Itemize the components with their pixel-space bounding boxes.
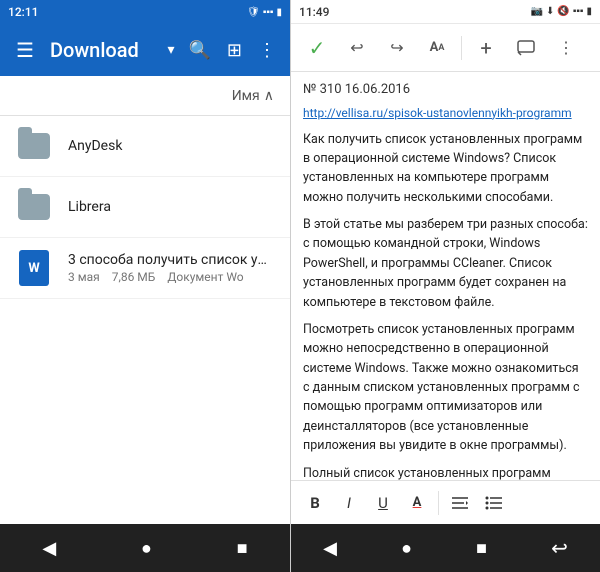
doc-number: № 310 16.06.2016 (303, 80, 588, 100)
battery-icon: ▮ (276, 7, 282, 18)
bold-button[interactable]: B (299, 487, 331, 519)
list-button[interactable] (478, 487, 510, 519)
right-back-button[interactable]: ◀ (307, 528, 353, 569)
undo-button[interactable]: ↩ (339, 30, 375, 66)
format-bar: B I U A (291, 480, 600, 524)
doc-more-button[interactable]: ⋮ (548, 30, 584, 66)
left-status-icons: 🛡 ▪▪▪ ▮ (247, 7, 282, 18)
toolbar-actions: 🔍 ⊞ ⋮ (182, 34, 282, 67)
more-icon[interactable]: ⋮ (252, 34, 282, 67)
text-size-button[interactable]: AA (419, 30, 455, 66)
file-name: AnyDesk (68, 138, 274, 154)
confirm-button[interactable]: ✓ (299, 30, 335, 66)
doc-paragraph-4: Полный список установленных программ мож… (303, 464, 588, 481)
sort-bar: Имя ∧ (0, 76, 290, 116)
grid-icon[interactable]: ⊞ (221, 34, 248, 67)
right-nav-bar: ◀ ● ■ ↩ (291, 524, 600, 572)
file-info: 3 способа получить список устано... 3 ма… (68, 252, 274, 284)
folder-title: Download (50, 38, 160, 62)
left-time: 12:11 (8, 5, 38, 19)
search-icon[interactable]: 🔍 (182, 34, 216, 67)
menu-icon[interactable]: ☰ (8, 30, 42, 70)
battery-right-icon: ▮ (586, 6, 592, 17)
download-indicator-icon: ⬇ (546, 6, 554, 17)
back-button[interactable]: ◀ (22, 528, 76, 569)
dropdown-icon[interactable]: ▾ (167, 42, 174, 58)
italic-button[interactable]: I (333, 487, 365, 519)
folder-icon (16, 189, 52, 225)
home-button[interactable]: ● (121, 528, 172, 569)
file-name: Librera (68, 199, 274, 215)
format-separator (438, 491, 439, 515)
doc-content: № 310 16.06.2016 http://vellisa.ru/spiso… (291, 72, 600, 480)
doc-paragraph-3: Посмотреть список установленных программ… (303, 320, 588, 456)
right-status-bar: 11:49 📷 ⬇ 🔇 ▪▪▪ ▮ (291, 0, 600, 24)
right-recents-button[interactable]: ■ (460, 528, 503, 569)
doc-paragraph-2: В этой статье мы разберем три разных спо… (303, 215, 588, 312)
left-nav-bar: ◀ ● ■ (0, 524, 290, 572)
left-toolbar: ☰ Download ▾ 🔍 ⊞ ⋮ (0, 24, 290, 76)
redo-button[interactable]: ↪ (379, 30, 415, 66)
file-info: Librera (68, 199, 274, 215)
file-size: 7,86 МБ (112, 270, 156, 284)
file-date: 3 мая (68, 270, 100, 284)
wifi-icon: ▪▪▪ (573, 6, 584, 17)
left-status-bar: 12:11 🛡 ▪▪▪ ▮ (0, 0, 290, 24)
folder-icon (16, 128, 52, 164)
sort-direction-icon[interactable]: ∧ (264, 88, 274, 104)
list-item[interactable]: Librera (0, 177, 290, 238)
right-panel: 11:49 📷 ⬇ 🔇 ▪▪▪ ▮ ✓ ↩ ↪ AA + ⋮ № 310 16.… (291, 0, 600, 572)
align-button[interactable] (444, 487, 476, 519)
list-item[interactable]: W 3 способа получить список устано... 3 … (0, 238, 290, 299)
shield-icon: 🛡 (247, 7, 260, 18)
doc-paragraph-1: Как получить список установленных програ… (303, 130, 588, 208)
file-info: AnyDesk (68, 138, 274, 154)
mute-icon: 🔇 (557, 6, 569, 17)
list-item[interactable]: AnyDesk (0, 116, 290, 177)
file-list: AnyDesk Librera W 3 способа получить спи… (0, 116, 290, 524)
word-doc-icon: W (16, 250, 52, 286)
right-reply-button[interactable]: ↩ (535, 526, 584, 570)
sort-label: Имя (232, 88, 260, 104)
signal-icon: ▪▪▪ (263, 7, 274, 18)
right-toolbar: ✓ ↩ ↪ AA + ⋮ (291, 24, 600, 72)
right-home-button[interactable]: ● (385, 528, 428, 569)
file-meta: 3 мая 7,86 МБ Документ Wo (68, 270, 274, 284)
camera-icon: 📷 (531, 6, 543, 17)
right-time: 11:49 (299, 5, 329, 19)
font-color-button[interactable]: A (401, 487, 433, 519)
doc-link[interactable]: http://vellisa.ru/spisok-ustanovlennyikh… (303, 104, 588, 122)
insert-button[interactable]: + (468, 30, 504, 66)
underline-button[interactable]: U (367, 487, 399, 519)
recents-button[interactable]: ■ (217, 528, 268, 569)
file-type: Документ Wo (167, 270, 243, 284)
left-panel: 12:11 🛡 ▪▪▪ ▮ ☰ Download ▾ 🔍 ⊞ ⋮ Имя ∧ A… (0, 0, 290, 572)
file-name: 3 способа получить список устано... (68, 252, 274, 268)
toolbar-separator (461, 36, 462, 60)
comment-button[interactable] (508, 30, 544, 66)
right-status-icons: 📷 ⬇ 🔇 ▪▪▪ ▮ (531, 6, 592, 17)
